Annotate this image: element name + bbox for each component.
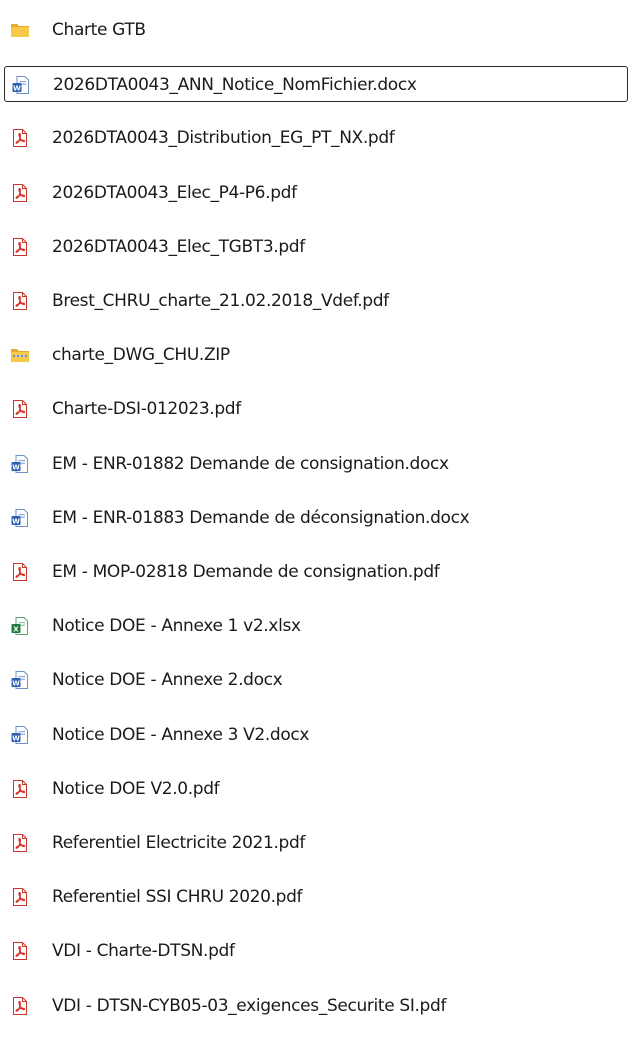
file-name: Notice DOE - Annexe 2.docx	[52, 670, 283, 691]
excel-sheet-icon: X	[10, 616, 30, 636]
file-list: Charte GTB W 2026DTA0043_ANN_Notice_NomFic…	[0, 0, 632, 1048]
svg-text:W: W	[12, 734, 20, 742]
pdf-icon	[10, 887, 30, 907]
svg-text:W: W	[12, 680, 20, 688]
pdf-icon	[10, 291, 30, 311]
file-name: VDI - Charte-DTSN.pdf	[52, 941, 235, 962]
file-item[interactable]: Referentiel SSI CHRU 2020.pdf	[4, 879, 628, 915]
file-item[interactable]: X Notice DOE - Annexe 1 v2.xlsx	[4, 608, 628, 644]
file-name: charte_DWG_CHU.ZIP	[52, 345, 230, 366]
file-item[interactable]: VDI - DTSN-CYB05-03_exigences_Securite S…	[4, 988, 628, 1024]
file-name: Brest_CHRU_charte_21.02.2018_Vdef.pdf	[52, 291, 389, 311]
pdf-icon	[10, 779, 30, 799]
svg-text:W: W	[13, 84, 21, 92]
file-name: 2026DTA0043_Distribution_EG_PT_NX.pdf	[52, 128, 395, 149]
file-item[interactable]: Brest_CHRU_charte_21.02.2018_Vdef.pdf	[4, 283, 628, 319]
file-item[interactable]: Charte GTB	[4, 12, 628, 48]
file-name: EM - MOP-02818 Demande de consignation.p…	[52, 562, 440, 582]
word-doc-icon: W	[11, 75, 31, 95]
file-name: VDI - DTSN-CYB05-03_exigences_Securite S…	[52, 995, 447, 1016]
pdf-icon	[10, 833, 30, 853]
word-doc-icon: W	[10, 508, 30, 528]
file-item[interactable]: W Notice DOE - Annexe 2.docx	[4, 662, 628, 698]
file-name: Notice DOE V2.0.pdf	[52, 778, 220, 799]
file-item[interactable]: 2026DTA0043_Elec_TGBT3.pdf	[4, 229, 628, 265]
pdf-icon	[10, 128, 30, 148]
file-item[interactable]: Notice DOE V2.0.pdf	[4, 771, 628, 807]
svg-text:W: W	[12, 463, 20, 471]
file-item[interactable]: Referentiel Electricite 2021.pdf	[4, 825, 628, 861]
pdf-icon	[10, 399, 30, 419]
file-item[interactable]: W EM - ENR-01882 Demande de consignation.…	[4, 446, 628, 482]
zip-folder-icon	[10, 345, 30, 365]
svg-text:W: W	[12, 517, 20, 525]
file-name: Charte-DSI-012023.pdf	[52, 399, 241, 420]
file-name: EM - ENR-01883 Demande de déconsignation…	[52, 507, 470, 528]
word-doc-icon: W	[10, 454, 30, 474]
file-name: EM - ENR-01882 Demande de consignation.d…	[52, 453, 449, 474]
file-item[interactable]: Charte-DSI-012023.pdf	[4, 391, 628, 427]
file-item[interactable]: EM - MOP-02818 Demande de consignation.p…	[4, 554, 628, 590]
file-name: 2026DTA0043_Elec_P4-P6.pdf	[52, 182, 297, 203]
pdf-icon	[10, 237, 30, 257]
file-item[interactable]: charte_DWG_CHU.ZIP	[4, 337, 628, 373]
word-doc-icon: W	[10, 670, 30, 690]
file-name: Referentiel Electricite 2021.pdf	[52, 833, 306, 853]
svg-text:X: X	[13, 625, 19, 633]
file-name: 2026DTA0043_ANN_Notice_NomFichier.docx	[53, 75, 417, 96]
file-name: Charte GTB	[52, 20, 146, 40]
file-name: 2026DTA0043_Elec_TGBT3.pdf	[52, 236, 305, 257]
file-item[interactable]: VDI - Charte-DTSN.pdf	[4, 933, 628, 969]
pdf-icon	[10, 996, 30, 1016]
file-item[interactable]: W Notice DOE - Annexe 3 V2.docx	[4, 717, 628, 753]
pdf-icon	[10, 562, 30, 582]
file-item[interactable]: W EM - ENR-01883 Demande de déconsignatio…	[4, 500, 628, 536]
file-name: Referentiel SSI CHRU 2020.pdf	[52, 887, 303, 908]
pdf-icon	[10, 941, 30, 961]
file-item[interactable]: 2026DTA0043_Distribution_EG_PT_NX.pdf	[4, 120, 628, 156]
file-name: Notice DOE - Annexe 3 V2.docx	[52, 724, 310, 745]
folder-icon	[10, 20, 30, 40]
file-item[interactable]: 2026DTA0043_Elec_P4-P6.pdf	[4, 175, 628, 211]
file-item[interactable]: W 2026DTA0043_ANN_Notice_NomFichier.docx	[4, 66, 628, 103]
pdf-icon	[10, 183, 30, 203]
file-name: Notice DOE - Annexe 1 v2.xlsx	[52, 616, 301, 637]
word-doc-icon: W	[10, 725, 30, 745]
